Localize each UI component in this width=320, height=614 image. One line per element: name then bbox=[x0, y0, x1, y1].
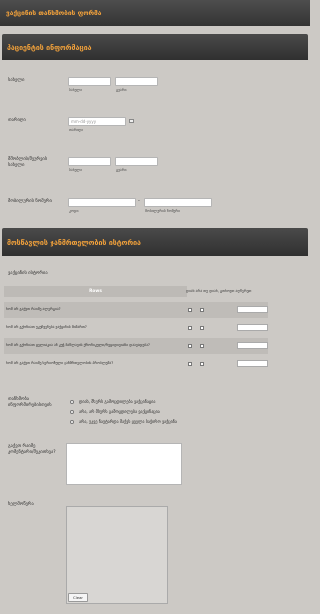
first-name-input[interactable] bbox=[68, 77, 111, 86]
form-title: ვაქცინის თანხმობის ფორმა bbox=[6, 9, 102, 17]
guardian-first-name-input[interactable] bbox=[68, 157, 111, 166]
consent-option-label: არა, უკვე ჩაუტარდა მაქვს ყველა საჭირო ვა… bbox=[79, 419, 177, 424]
table-column-headers: დიახ არა თუ დიახ, გთხოვთ აღწერეთ bbox=[186, 289, 252, 293]
row-question: ხომ არ გაქვთ რაიმე ალერგია? bbox=[6, 307, 61, 311]
yes-checkbox[interactable] bbox=[188, 326, 192, 330]
consent-radio-yes[interactable] bbox=[70, 400, 74, 404]
describe-input[interactable] bbox=[237, 360, 268, 367]
vaccine-history-label: ვაქცინის ისტორია bbox=[8, 271, 48, 276]
guardian-first-sublabel: სახელი bbox=[69, 168, 83, 172]
table-header-label: Rows bbox=[89, 289, 102, 294]
calendar-icon[interactable] bbox=[129, 119, 134, 123]
first-name-sublabel: სახელი bbox=[69, 88, 83, 92]
last-name-sublabel: გვარი bbox=[116, 88, 127, 92]
describe-input[interactable] bbox=[237, 324, 268, 331]
comments-textarea[interactable] bbox=[66, 443, 182, 485]
form-header: ვაქცინის თანხმობის ფორმა bbox=[0, 0, 310, 26]
row-question: ხომ არ გქონიათ ცელიაკია ან კუჭ-ნაწლავის … bbox=[6, 343, 150, 347]
table-row: ხომ არ გაქვთ რაიმე სერიოზული ჯანმრთელობი… bbox=[4, 356, 268, 372]
guardian-label: მშობლის/მეურვის სახელი bbox=[8, 157, 48, 168]
consent-radio-already[interactable] bbox=[70, 420, 74, 424]
clear-signature-button[interactable]: Clear bbox=[68, 593, 88, 602]
consent-radio-no[interactable] bbox=[70, 410, 74, 414]
row-question: ხომ არ გაქვთ რაიმე სერიოზული ჯანმრთელობი… bbox=[6, 361, 114, 365]
consent-option-label: არა, არ მსურს გამოცდილება ვაქცინაცია bbox=[79, 409, 160, 414]
yes-checkbox[interactable] bbox=[188, 308, 192, 312]
no-checkbox[interactable] bbox=[200, 326, 204, 330]
table-header: Rows bbox=[4, 286, 187, 297]
table-row: ხომ არ გქონიათ უკუჩვენება ვაქცინის მიმარ… bbox=[4, 320, 268, 336]
phone-number-sublabel: მობილურის ნომერი bbox=[145, 209, 180, 213]
dob-input[interactable]: mm-dd-yyyy bbox=[68, 117, 126, 126]
no-checkbox[interactable] bbox=[200, 308, 204, 312]
consent-label: თანხმობა ინფორმირებისთვის bbox=[8, 397, 52, 408]
dob-label: თარიღი bbox=[8, 118, 26, 123]
no-checkbox[interactable] bbox=[200, 344, 204, 348]
phone-number-input[interactable] bbox=[144, 198, 212, 207]
phone-separator: - bbox=[138, 198, 140, 204]
consent-option-label: დიახ, მსურს გამოცდილება ვაქცინაცია bbox=[79, 399, 156, 404]
phone-code-input[interactable] bbox=[68, 198, 136, 207]
dob-sublabel: თარიღი bbox=[69, 128, 84, 132]
signature-label: ხელმოწერა bbox=[8, 502, 34, 507]
comments-label: გაქვთ რაიმე კომენტარი/შეკითხვა? bbox=[8, 444, 56, 455]
guardian-last-name-input[interactable] bbox=[115, 157, 158, 166]
last-name-input[interactable] bbox=[115, 77, 158, 86]
signature-pad[interactable] bbox=[66, 506, 168, 604]
history-section-header: მოსწავლის ჯანმრთელობის ისტორია bbox=[2, 228, 308, 256]
no-checkbox[interactable] bbox=[200, 362, 204, 366]
table-row: ხომ არ გაქვთ რაიმე ალერგია? bbox=[4, 302, 268, 318]
phone-label: მობილურის ნომერი bbox=[8, 199, 52, 204]
row-question: ხომ არ გქონიათ უკუჩვენება ვაქცინის მიმარ… bbox=[6, 325, 87, 329]
yes-checkbox[interactable] bbox=[188, 362, 192, 366]
yes-checkbox[interactable] bbox=[188, 344, 192, 348]
phone-code-sublabel: კოდი bbox=[69, 209, 79, 213]
patient-section-header: პაციენტის ინფორმაცია bbox=[2, 34, 308, 60]
describe-input[interactable] bbox=[237, 342, 268, 349]
guardian-last-sublabel: გვარი bbox=[116, 168, 127, 172]
table-row: ხომ არ გქონიათ ცელიაკია ან კუჭ-ნაწლავის … bbox=[4, 338, 268, 354]
describe-input[interactable] bbox=[237, 306, 268, 313]
patient-section-title: პაციენტის ინფორმაცია bbox=[7, 44, 92, 52]
history-section-title: მოსწავლის ჯანმრთელობის ისტორია bbox=[7, 239, 141, 247]
name-label: სახელი bbox=[8, 78, 25, 83]
